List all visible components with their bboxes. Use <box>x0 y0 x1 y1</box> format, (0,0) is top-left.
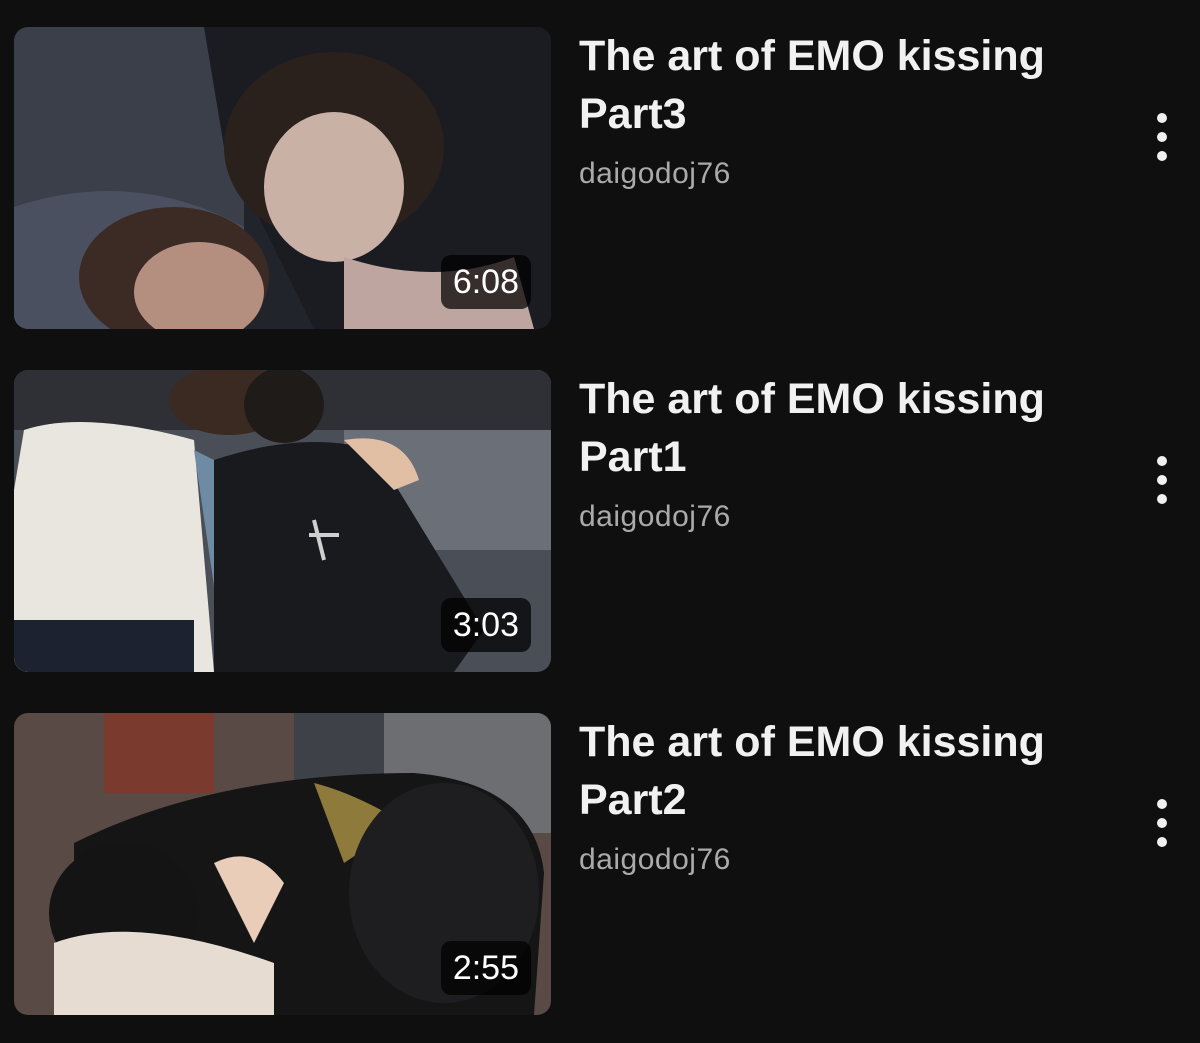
video-title-line: The art of EMO kissing <box>579 32 1045 80</box>
video-meta: The art of EMO kissing Part2 daigodoj76 <box>579 713 1099 877</box>
menu-dot <box>1157 151 1167 161</box>
video-duration-badge: 6:08 <box>440 255 531 309</box>
channel-name[interactable]: daigodoj76 <box>579 157 1099 191</box>
channel-name[interactable]: daigodoj76 <box>579 500 1099 534</box>
video-title[interactable]: The art of EMO kissing Part2 <box>579 713 1099 829</box>
video-thumbnail[interactable]: 3:03 <box>14 370 551 672</box>
video-duration-badge: 3:03 <box>440 598 531 652</box>
video-title-line: The art of EMO kissing <box>579 718 1045 766</box>
video-title-line: Part2 <box>579 776 687 824</box>
menu-dot <box>1157 456 1167 466</box>
video-list-item[interactable]: 3:03 The art of EMO kissing Part1 daigod… <box>0 370 1200 700</box>
video-title[interactable]: The art of EMO kissing Part1 <box>579 370 1099 486</box>
menu-dot <box>1157 475 1167 485</box>
more-vert-icon[interactable] <box>1140 107 1184 167</box>
video-meta: The art of EMO kissing Part1 daigodoj76 <box>579 370 1099 534</box>
video-title-line: Part3 <box>579 90 687 138</box>
menu-dot <box>1157 837 1167 847</box>
video-list-item[interactable]: 6:08 The art of EMO kissing Part3 daigod… <box>0 27 1200 357</box>
video-title[interactable]: The art of EMO kissing Part3 <box>579 27 1099 143</box>
video-title-line: The art of EMO kissing <box>579 375 1045 423</box>
video-meta: The art of EMO kissing Part3 daigodoj76 <box>579 27 1099 191</box>
video-thumbnail[interactable]: 6:08 <box>14 27 551 329</box>
more-vert-icon[interactable] <box>1140 793 1184 853</box>
menu-dot <box>1157 113 1167 123</box>
channel-name[interactable]: daigodoj76 <box>579 843 1099 877</box>
video-duration-badge: 2:55 <box>440 941 531 995</box>
video-thumbnail[interactable]: 2:55 <box>14 713 551 1015</box>
menu-dot <box>1157 799 1167 809</box>
video-list-item[interactable]: 2:55 The art of EMO kissing Part2 daigod… <box>0 713 1200 1043</box>
menu-dot <box>1157 818 1167 828</box>
more-vert-icon[interactable] <box>1140 450 1184 510</box>
video-title-line: Part1 <box>579 433 687 481</box>
menu-dot <box>1157 494 1167 504</box>
menu-dot <box>1157 132 1167 142</box>
